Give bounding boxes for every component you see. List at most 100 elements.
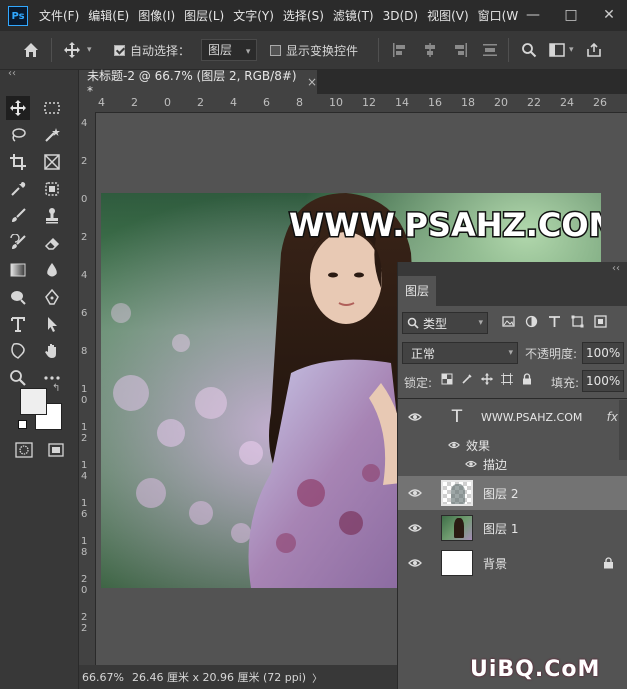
layer-stroke-effect-row[interactable]: 描边 <box>398 455 627 473</box>
menu-select[interactable]: 选择(S) <box>280 7 330 24</box>
collapse-panel-icon[interactable]: ‹‹ <box>612 262 620 276</box>
blend-mode-dropdown[interactable]: 正常 ▾ <box>402 342 518 364</box>
type-filter-icon[interactable] <box>548 315 561 328</box>
clone-stamp-tool-icon[interactable] <box>40 204 64 228</box>
home-button[interactable] <box>22 31 40 69</box>
workspace-button[interactable]: ▾ <box>549 43 574 57</box>
menu-filter[interactable]: 滤镜(T) <box>330 7 380 24</box>
shape-tool-icon[interactable] <box>6 339 30 363</box>
panel-scrollbar[interactable] <box>619 400 627 460</box>
auto-select-checkbox[interactable] <box>114 44 125 56</box>
layer-filter-dropdown[interactable]: 类型 ▾ <box>402 312 488 334</box>
healing-brush-tool-icon[interactable] <box>40 177 64 201</box>
lock-transparent-pixels-icon[interactable] <box>441 373 453 385</box>
layer-row-layer1[interactable]: 图层 1 <box>398 511 627 545</box>
menu-image[interactable]: 图像(I) <box>135 7 181 24</box>
fx-icon[interactable]: fx <box>607 410 618 424</box>
zoom-tool-icon[interactable] <box>6 366 30 390</box>
close-button[interactable]: ✕ <box>591 0 627 31</box>
history-brush-tool-icon[interactable] <box>6 231 30 255</box>
fill-input[interactable]: 100% <box>582 370 624 392</box>
distribute-icon[interactable] <box>482 42 498 58</box>
move-tool-icon[interactable] <box>6 96 30 120</box>
eraser-tool-icon[interactable] <box>40 231 64 255</box>
gradient-tool-icon[interactable] <box>6 258 30 282</box>
magic-wand-tool-icon[interactable] <box>40 123 64 147</box>
vertical-ruler[interactable]: 4 2 0 2 4 6 8 10 12 14 16 18 20 22 <box>79 112 96 665</box>
lock-icon[interactable] <box>603 557 614 569</box>
main-menu: 文件(F) 编辑(E) 图像(I) 图层(L) 文字(Y) 选择(S) 滤镜(T… <box>36 0 524 31</box>
shape-filter-icon[interactable] <box>571 315 584 328</box>
menu-type[interactable]: 文字(Y) <box>230 7 280 24</box>
layer-row-layer2[interactable]: 图层 2 <box>398 476 627 510</box>
blur-tool-icon[interactable] <box>40 258 64 282</box>
swap-colors-icon[interactable]: ↰ <box>52 383 60 394</box>
eye-icon[interactable] <box>408 521 422 535</box>
opacity-input[interactable]: 100% <box>582 342 624 364</box>
horizontal-ruler[interactable]: 4 2 0 2 4 6 8 10 12 14 16 18 20 22 24 26 <box>95 94 627 113</box>
frame-tool-icon[interactable] <box>40 150 64 174</box>
menu-3d[interactable]: 3D(D) <box>380 9 424 23</box>
brush-tool-icon[interactable] <box>6 204 30 228</box>
marquee-tool-icon[interactable] <box>40 96 64 120</box>
close-tab-icon[interactable]: × <box>307 75 317 89</box>
menu-edit[interactable]: 编辑(E) <box>85 7 135 24</box>
eye-icon[interactable] <box>448 439 460 451</box>
maximize-button[interactable]: □ <box>553 0 589 31</box>
lock-all-icon[interactable] <box>521 373 533 385</box>
type-tool-icon[interactable] <box>6 312 30 336</box>
chevron-down-icon: ▾ <box>569 45 574 55</box>
tab-layers[interactable]: 图层 <box>398 276 436 306</box>
tools-panel: ‹‹ ↰ <box>0 68 79 689</box>
path-selection-tool-icon[interactable] <box>40 312 64 336</box>
adjustment-filter-icon[interactable] <box>525 315 538 328</box>
search-icon[interactable] <box>521 42 537 58</box>
layer-thumbnail <box>441 550 473 576</box>
eye-icon[interactable] <box>408 486 422 500</box>
lasso-tool-icon[interactable] <box>6 123 30 147</box>
dodge-tool-icon[interactable] <box>6 285 30 309</box>
ruler-tick-label: 0 <box>81 194 88 205</box>
layer-effects-row[interactable]: 效果 <box>398 436 627 454</box>
pixel-filter-icon[interactable] <box>502 315 515 328</box>
minimize-button[interactable]: — <box>515 0 551 31</box>
auto-select-target-dropdown[interactable]: 图层 ▾ <box>201 39 258 61</box>
ruler-origin[interactable] <box>79 94 95 112</box>
menu-layer[interactable]: 图层(L) <box>181 7 230 24</box>
pen-tool-icon[interactable] <box>40 285 64 309</box>
layer-row-background[interactable]: 背景 <box>398 546 627 580</box>
zoom-level[interactable]: 66.67% <box>82 671 130 684</box>
align-left-icon[interactable] <box>392 42 408 58</box>
layer-row-text[interactable]: T WWW.PSAHZ.COM fx <box>398 400 627 434</box>
lock-image-pixels-icon[interactable] <box>461 373 473 385</box>
default-colors-icon[interactable] <box>18 420 27 429</box>
collapse-toolbar-icon[interactable]: ‹‹ <box>8 68 16 79</box>
lock-label: 锁定: <box>404 376 433 390</box>
show-transform-option[interactable]: 显示变换控件 <box>270 31 358 69</box>
eye-icon[interactable] <box>465 458 477 470</box>
menu-view[interactable]: 视图(V) <box>424 7 475 24</box>
hand-tool-icon[interactable] <box>40 339 64 363</box>
share-icon[interactable] <box>586 42 602 58</box>
ruler-tick-label: 22 <box>81 612 88 634</box>
eye-icon[interactable] <box>408 410 422 424</box>
align-center-icon[interactable] <box>422 42 438 58</box>
status-menu-arrow[interactable]: 〉 <box>312 670 322 685</box>
show-transform-checkbox[interactable] <box>270 44 281 56</box>
smart-object-filter-icon[interactable] <box>594 315 607 328</box>
lock-artboard-icon[interactable] <box>501 373 513 385</box>
auto-select-option[interactable]: 自动选择： <box>114 31 190 69</box>
move-tool-preset[interactable]: ▾ <box>63 31 92 69</box>
align-right-icon[interactable] <box>452 42 468 58</box>
lock-position-icon[interactable] <box>481 373 493 385</box>
eyedropper-tool-icon[interactable] <box>6 177 30 201</box>
ruler-tick-label: 10 <box>81 384 88 406</box>
quick-mask-icon[interactable] <box>15 442 33 461</box>
screen-mode-icon[interactable] <box>48 442 64 461</box>
divider <box>51 38 52 62</box>
document-tab[interactable]: 未标题-2 @ 66.7% (图层 2, RGB/8#) * × <box>79 69 317 98</box>
menu-file[interactable]: 文件(F) <box>36 7 85 24</box>
foreground-color-swatch[interactable] <box>20 388 47 415</box>
eye-icon[interactable] <box>408 556 422 570</box>
crop-tool-icon[interactable] <box>6 150 30 174</box>
